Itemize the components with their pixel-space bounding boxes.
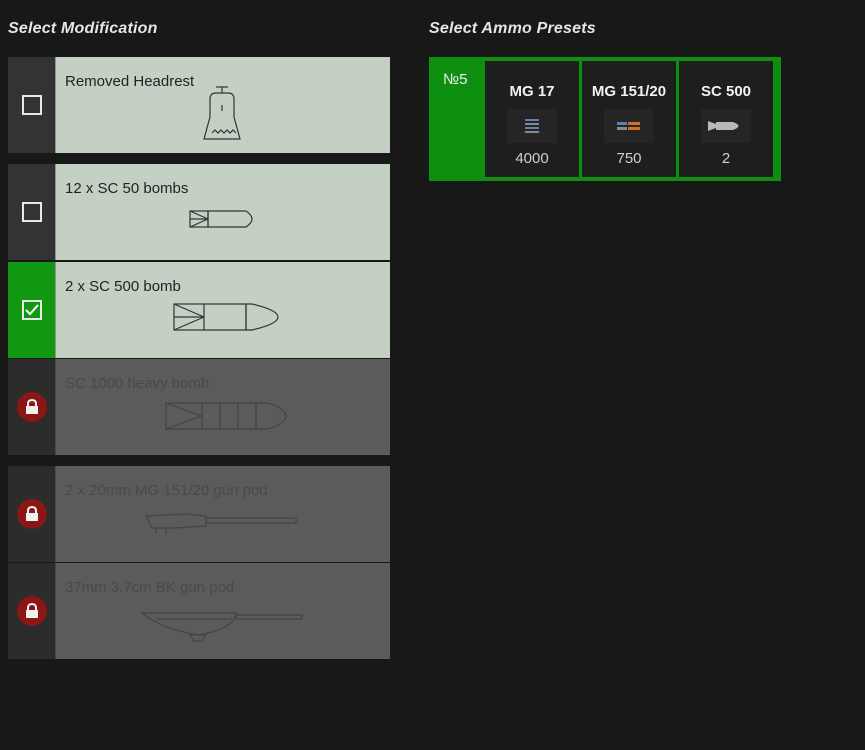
ammo-preset-5[interactable]: №5 MG 17 4000 MG 151/20 750 SC 500 2	[429, 57, 781, 181]
lock-icon	[16, 596, 47, 626]
ammo-count: 4000	[515, 150, 549, 167]
modification-removed-headrest[interactable]: Removed Headrest	[8, 57, 390, 153]
modification-checkbox-cell[interactable]	[8, 57, 55, 153]
modification-card: 37mm 3.7cm BK gun pod	[55, 563, 390, 659]
modification-lock-cell	[8, 466, 55, 562]
modification-sc1000-bomb: SC 1000 heavy bomb	[8, 359, 390, 455]
modification-checkbox-cell[interactable]	[8, 262, 55, 358]
select-modification-title: Select Modification	[8, 20, 158, 37]
checkbox-empty-icon[interactable]	[21, 202, 42, 222]
ammo-slot-mg17[interactable]: MG 17 4000	[485, 61, 579, 177]
ammo-name: MG 17	[509, 83, 555, 100]
cannon-shell-icon	[604, 109, 654, 143]
ammo-name: MG 151/20	[591, 83, 667, 100]
modification-card: SC 1000 heavy bomb	[55, 359, 390, 455]
select-ammo-presets-title: Select Ammo Presets	[429, 20, 596, 37]
bomb-icon	[701, 109, 751, 143]
preset-number: №5	[443, 71, 468, 88]
modification-card[interactable]: 12 x SC 50 bombs	[55, 164, 390, 260]
modification-lock-cell	[8, 563, 55, 659]
lock-icon	[16, 499, 47, 529]
ammo-slot-mg151[interactable]: MG 151/20 750	[582, 61, 676, 177]
modification-checkbox-cell[interactable]	[8, 164, 55, 260]
ammo-name: SC 500	[700, 83, 752, 100]
modification-bk37-gun-pod: 37mm 3.7cm BK gun pod	[8, 563, 390, 659]
ammo-count: 750	[616, 150, 642, 167]
headrest-icon	[203, 86, 241, 140]
checkbox-empty-icon[interactable]	[21, 95, 42, 115]
modification-mg151-gun-pod: 2 x 20mm MG 151/20 gun pod	[8, 466, 390, 562]
modification-card[interactable]: Removed Headrest	[55, 57, 390, 153]
modification-sc50-bombs[interactable]: 12 x SC 50 bombs	[8, 164, 390, 260]
modification-lock-cell	[8, 359, 55, 455]
modification-card: 2 x 20mm MG 151/20 gun pod	[55, 466, 390, 562]
lock-icon	[16, 392, 47, 422]
bomb-heavy-icon	[165, 402, 287, 430]
checkbox-checked-icon[interactable]	[21, 300, 42, 320]
bomb-medium-icon	[173, 303, 279, 331]
ammo-count: 2	[721, 150, 731, 167]
modification-sc500-bomb[interactable]: 2 x SC 500 bomb	[8, 262, 390, 358]
mg-belt-icon	[507, 109, 557, 143]
cannon-pod-icon	[140, 612, 303, 642]
ammo-slot-sc500[interactable]: SC 500 2	[679, 61, 773, 177]
gun-pod-icon	[145, 513, 297, 534]
modification-card[interactable]: 2 x SC 500 bomb	[55, 262, 390, 358]
bomb-small-icon	[189, 210, 253, 228]
